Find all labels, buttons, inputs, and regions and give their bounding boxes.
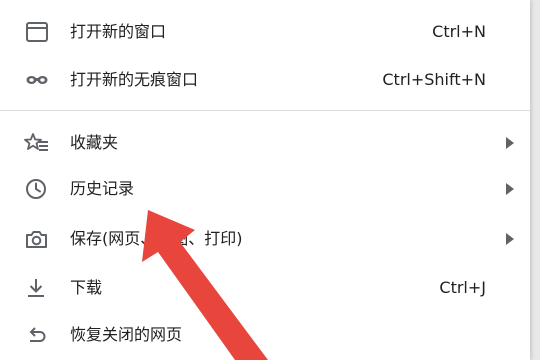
submenu-arrow-icon xyxy=(506,233,514,245)
camera-icon xyxy=(24,227,50,251)
submenu-arrow-icon xyxy=(506,137,514,149)
menu-item-label: 收藏夹 xyxy=(70,133,119,152)
download-icon xyxy=(24,276,50,300)
menu-item-bookmarks[interactable]: 收藏夹 xyxy=(0,121,530,165)
menu-item-new-incognito-window[interactable]: 打开新的无痕窗口 Ctrl+Shift+N xyxy=(0,58,530,102)
restore-icon xyxy=(24,323,50,347)
submenu-arrow-icon xyxy=(506,183,514,195)
menu-item-shortcut: Ctrl+N xyxy=(432,22,486,41)
menu-item-label: 恢复关闭的网页 xyxy=(70,325,183,344)
menu-item-label: 打开新的无痕窗口 xyxy=(70,70,199,89)
menu-item-save[interactable]: 保存(网页、截图、打印) xyxy=(0,217,530,261)
menu-item-label: 打开新的窗口 xyxy=(70,22,167,41)
menu-item-new-window[interactable]: 打开新的窗口 Ctrl+N xyxy=(0,10,530,54)
menu-item-label: 历史记录 xyxy=(70,179,135,198)
menu-item-shortcut: Ctrl+Shift+N xyxy=(382,70,486,89)
menu-item-label: 下载 xyxy=(70,278,103,297)
menu-item-restore-closed-page[interactable]: 恢复关闭的网页 xyxy=(0,313,530,357)
browser-main-menu: 打开新的窗口 Ctrl+N 打开新的无痕窗口 Ctrl+Shift+N 收藏夹 … xyxy=(0,0,530,360)
bookmarks-star-icon xyxy=(24,131,50,155)
history-clock-icon xyxy=(24,177,50,201)
menu-item-history[interactable]: 历史记录 xyxy=(0,167,530,211)
menu-item-shortcut: Ctrl+J xyxy=(439,278,486,297)
menu-item-label: 保存(网页、截图、打印) xyxy=(70,229,243,248)
menu-separator xyxy=(0,110,530,111)
new-window-icon xyxy=(24,20,50,44)
incognito-icon xyxy=(24,68,50,92)
menu-item-downloads[interactable]: 下载 Ctrl+J xyxy=(0,266,530,310)
